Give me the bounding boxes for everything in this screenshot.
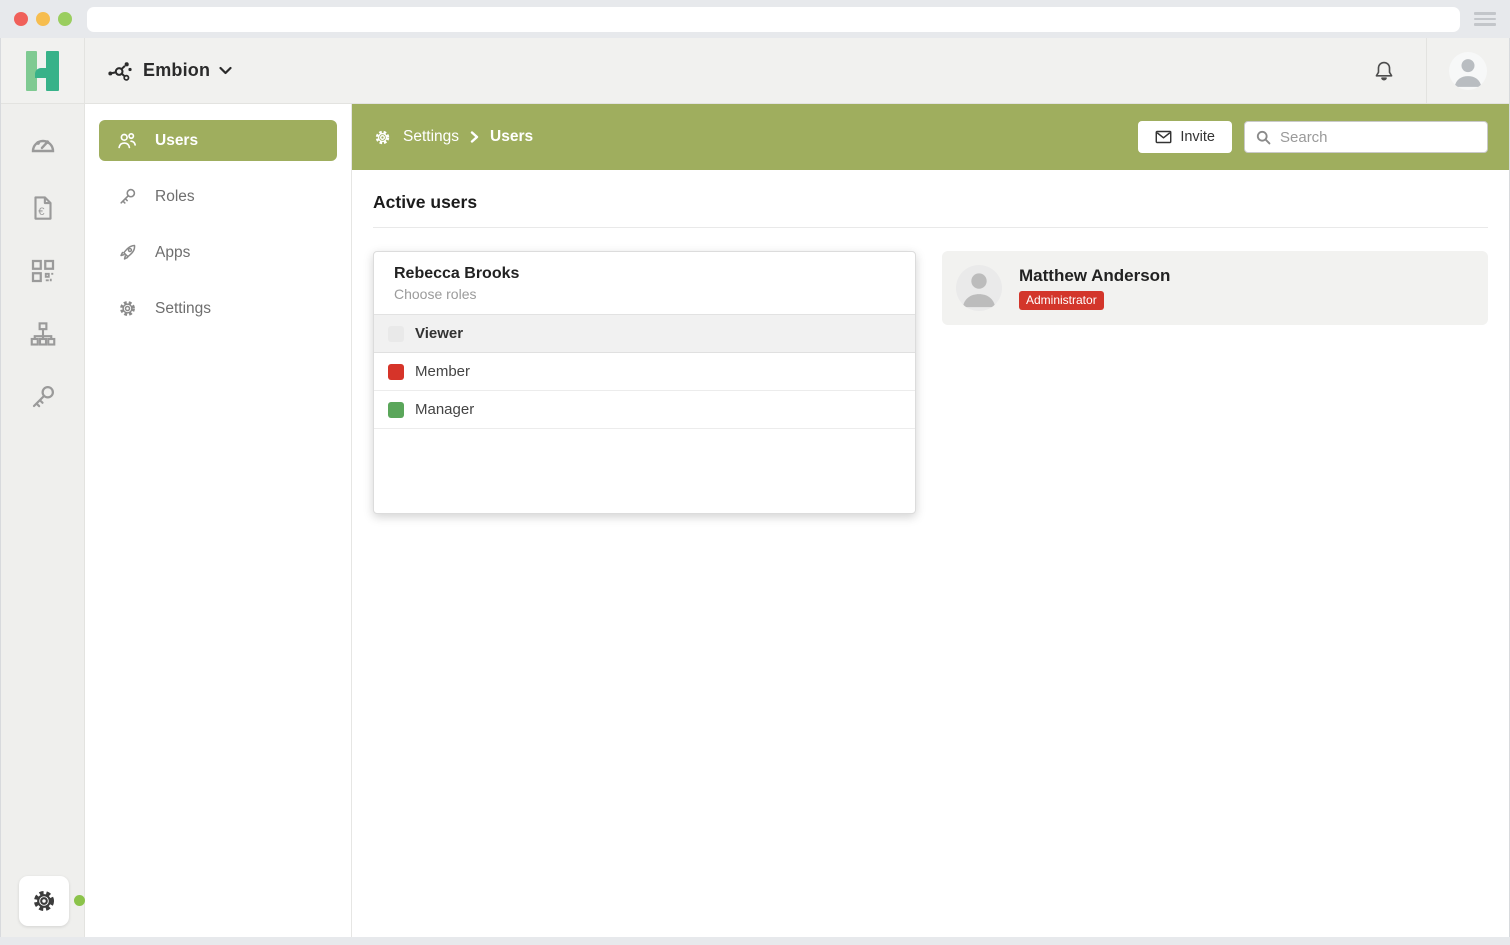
chevron-right-icon [470, 131, 479, 143]
invite-button[interactable]: Invite [1138, 121, 1232, 153]
page-title: Active users [373, 192, 1488, 213]
browser-menu-icon[interactable] [1474, 12, 1496, 26]
browser-chrome [0, 0, 1510, 38]
preferences-gear-button[interactable] [19, 876, 69, 926]
breadcrumb-users[interactable]: Users [490, 128, 533, 146]
sidebar-item-label: Settings [155, 300, 211, 318]
sidebar-item-apps[interactable]: Apps [99, 232, 337, 273]
app-window: Embion [0, 38, 1510, 937]
member-color-swatch [388, 364, 404, 380]
sidebar-item-label: Users [155, 132, 198, 150]
role-dropdown-header: Rebecca Brooks Choose roles [374, 252, 915, 315]
users-icon [116, 130, 138, 152]
role-option-label: Member [415, 363, 470, 380]
search-input[interactable] [1280, 129, 1479, 146]
header-actions [1341, 38, 1509, 103]
user-avatar-icon [956, 265, 1002, 311]
gear-icon [116, 298, 138, 320]
settings-nav: Users Roles [85, 104, 352, 937]
breadcrumb: Settings Users [373, 128, 533, 147]
invoice-document-icon[interactable]: € [24, 189, 62, 227]
role-badge: Administrator [1019, 291, 1104, 310]
molecule-icon [106, 57, 134, 85]
role-option-label: Manager [415, 401, 474, 418]
settings-gear-icon [373, 128, 392, 147]
address-bar[interactable] [87, 7, 1460, 32]
invite-button-label: Invite [1180, 129, 1215, 145]
role-option-manager[interactable]: Manager [374, 391, 915, 429]
title-divider [373, 227, 1488, 228]
toolbar-actions: Invite [1138, 121, 1488, 153]
role-option-member[interactable]: Member [374, 353, 915, 391]
key-icon[interactable] [24, 378, 62, 416]
user-menu-button[interactable] [1427, 38, 1509, 103]
sidebar-item-users[interactable]: Users [99, 120, 337, 161]
user-avatar-icon [1449, 52, 1487, 90]
page-content: Active users Rebecca Brooks Choose roles… [352, 170, 1509, 937]
dropdown-hint: Choose roles [394, 286, 895, 302]
bell-icon [1371, 58, 1397, 84]
gear-icon [30, 887, 58, 915]
sitemap-icon[interactable] [24, 315, 62, 353]
role-option-label: Viewer [415, 325, 463, 342]
organization-selector[interactable]: Embion [85, 38, 232, 103]
role-option-viewer[interactable]: Viewer [374, 315, 915, 353]
breadcrumb-settings[interactable]: Settings [403, 128, 459, 146]
close-window-button[interactable] [14, 12, 28, 26]
apps-grid-icon[interactable] [24, 252, 62, 290]
chevron-down-icon [219, 66, 232, 75]
user-card-text: Matthew Anderson Administrator [1019, 266, 1170, 310]
rocket-icon [116, 242, 138, 264]
viewer-color-swatch [388, 326, 404, 342]
manager-color-swatch [388, 402, 404, 418]
status-dot [74, 895, 85, 906]
main-area: Settings Users Invite [352, 104, 1509, 937]
zoom-window-button[interactable] [58, 12, 72, 26]
dropdown-user-name: Rebecca Brooks [394, 265, 895, 283]
envelope-icon [1155, 130, 1172, 144]
app-logo[interactable] [1, 38, 85, 103]
module-rail: € [1, 104, 85, 937]
role-dropdown: Rebecca Brooks Choose roles Viewer Membe… [373, 251, 916, 514]
sidebar-item-label: Apps [155, 244, 190, 262]
user-name: Matthew Anderson [1019, 266, 1170, 286]
notifications-button[interactable] [1341, 38, 1426, 103]
sidebar-item-label: Roles [155, 188, 195, 206]
sidebar-item-roles[interactable]: Roles [99, 176, 337, 217]
user-card[interactable]: Matthew Anderson Administrator [942, 251, 1488, 325]
page-toolbar: Settings Users Invite [352, 104, 1509, 170]
window-controls [14, 12, 72, 26]
dashboard-gauge-icon[interactable] [24, 126, 62, 164]
search-box [1244, 121, 1488, 153]
svg-text:€: € [38, 206, 45, 218]
sidebar-item-settings[interactable]: Settings [99, 288, 337, 329]
app-body: € [1, 104, 1509, 937]
organization-name: Embion [143, 60, 210, 81]
app-header: Embion [1, 38, 1509, 104]
h-logo-icon [26, 51, 59, 91]
search-icon [1255, 129, 1272, 146]
minimize-window-button[interactable] [36, 12, 50, 26]
key-icon [116, 186, 138, 208]
users-row: Rebecca Brooks Choose roles Viewer Membe… [373, 251, 1488, 514]
